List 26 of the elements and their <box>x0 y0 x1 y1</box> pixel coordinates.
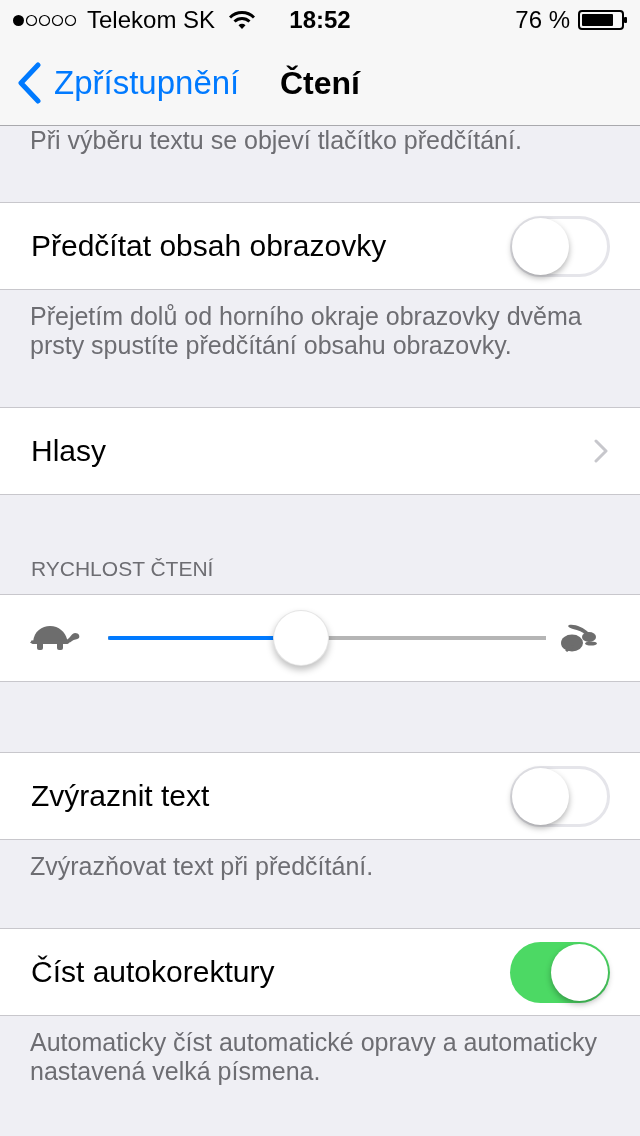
section-footer: Automaticky číst automatické opravy a automaticky nastavená velká písmena. <box>0 1016 640 1086</box>
row-label: Předčítat obsah obrazovky <box>31 228 388 264</box>
row-label: Zvýraznit text <box>31 778 211 814</box>
section-footer: Zvýrazňovat text při předčítání. <box>0 840 640 881</box>
toggle-switch[interactable] <box>510 765 610 827</box>
section-header: RYCHLOST ČTENÍ <box>30 556 215 582</box>
hare-icon <box>559 623 598 653</box>
row-label: Číst autokorektury <box>31 954 276 990</box>
back-chevron-icon <box>16 61 42 104</box>
battery-percentage: 76 % <box>515 5 570 35</box>
carrier-name: Telekom SK <box>87 5 216 35</box>
toggle-switch[interactable] <box>510 215 610 277</box>
section-footer: Přejetím dolů od horního okraje obrazovky dvěma prsty spustíte předčítání obsahu obrazovky. <box>0 290 640 360</box>
back-button[interactable]: Zpřístupnění <box>0 61 240 104</box>
slider-thumb[interactable] <box>272 610 329 666</box>
chevron-right-icon <box>594 439 608 463</box>
tortoise-icon <box>30 625 80 651</box>
signal-strength-icon <box>12 13 78 27</box>
toggle-switch[interactable] <box>510 941 610 1003</box>
section-footer: Při výběru textu se objeví tlačítko předčítání. <box>0 126 640 155</box>
wifi-icon <box>229 10 256 30</box>
settings-row[interactable]: Hlasy <box>0 407 640 495</box>
row-label: Hlasy <box>31 433 107 469</box>
screen-title: Čtení <box>280 63 360 103</box>
battery-icon <box>578 10 628 30</box>
clock-time: 18:52 <box>289 5 351 35</box>
